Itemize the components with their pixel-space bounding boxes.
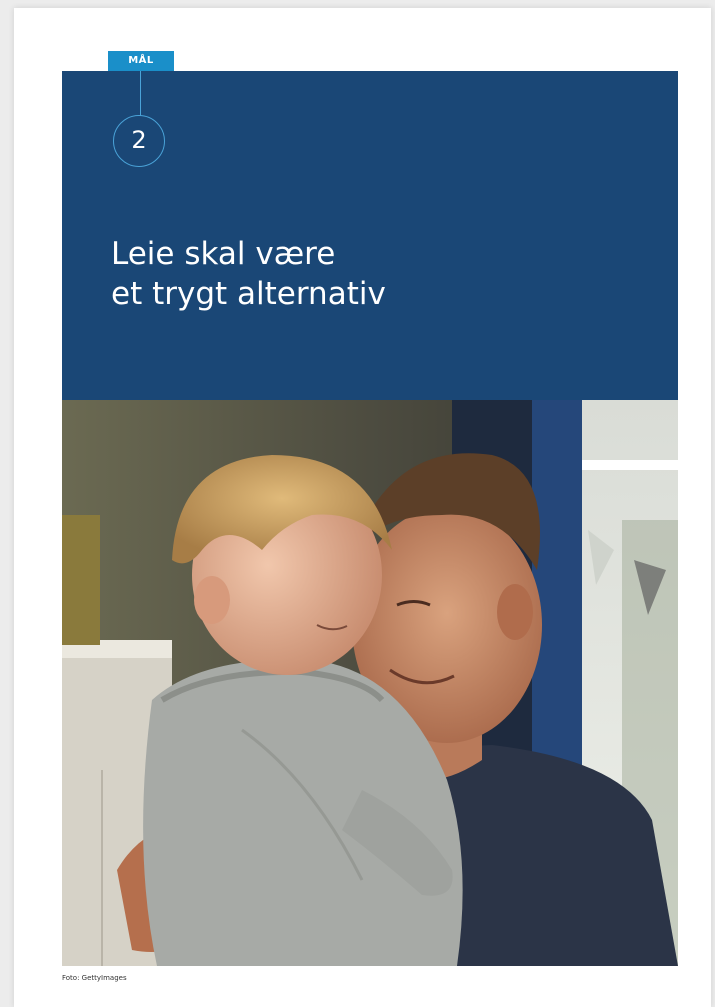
goal-tag: MÅL: [108, 51, 174, 71]
goal-connector-line: [140, 71, 141, 116]
goal-number-badge: 2: [113, 115, 165, 167]
page-title: Leie skal være et trygt alternativ: [111, 234, 631, 314]
father-and-child-photo: [62, 400, 678, 966]
photo-credit: Foto: GettyImages: [62, 974, 127, 982]
title-line-2: et trygt alternativ: [111, 276, 386, 312]
title-line-1: Leie skal være: [111, 236, 336, 272]
